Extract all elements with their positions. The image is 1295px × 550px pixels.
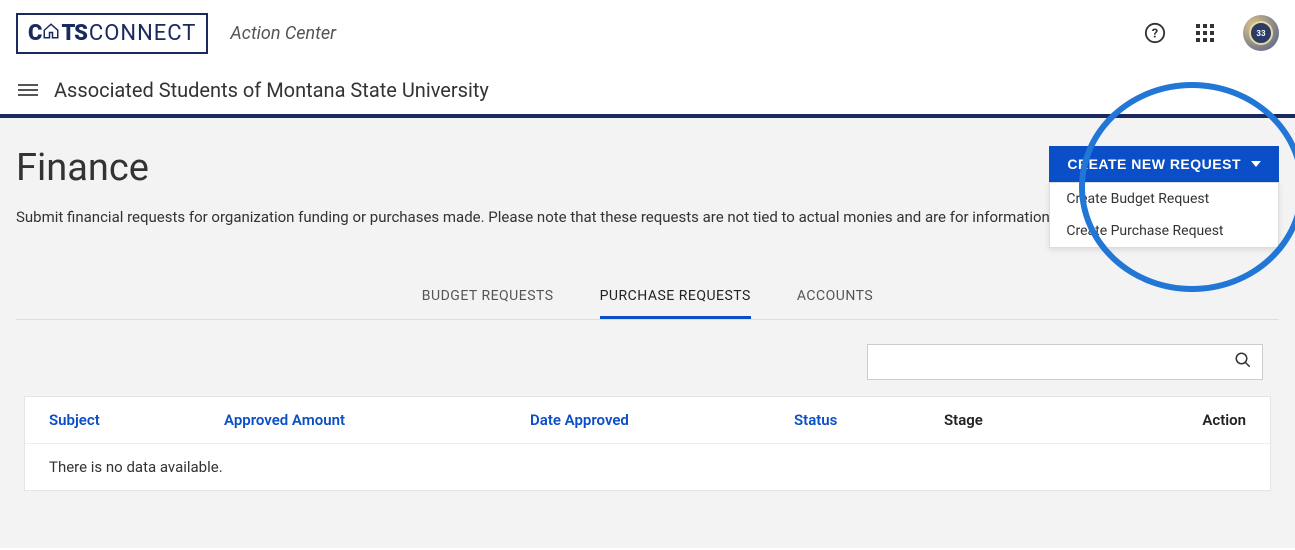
search-box[interactable] xyxy=(867,344,1263,380)
tab-budget-requests[interactable]: BUDGET REQUESTS xyxy=(422,276,554,319)
house-icon xyxy=(42,22,60,44)
logo-text-c: C xyxy=(28,21,41,46)
search-input[interactable] xyxy=(878,354,1234,370)
col-status[interactable]: Status xyxy=(794,411,944,429)
col-date-approved[interactable]: Date Approved xyxy=(530,411,794,429)
dropdown-item-purchase[interactable]: Create Purchase Request xyxy=(1050,215,1278,247)
organization-name: Associated Students of Montana State Uni… xyxy=(54,78,489,102)
search-row xyxy=(16,344,1279,380)
table-empty-message: There is no data available. xyxy=(25,444,1270,490)
col-subject[interactable]: Subject xyxy=(49,411,224,429)
create-request-wrap: CREATE NEW REQUEST Create Budget Request… xyxy=(1049,146,1279,248)
col-stage: Stage xyxy=(944,411,1166,429)
top-header: C TS CONNECT Action Center ? 33 xyxy=(0,0,1295,66)
table-header-row: Subject Approved Amount Date Approved St… xyxy=(25,397,1270,444)
sub-header: Associated Students of Montana State Uni… xyxy=(0,66,1295,118)
create-new-request-button[interactable]: CREATE NEW REQUEST xyxy=(1049,146,1279,182)
hamburger-menu-icon[interactable] xyxy=(18,84,38,96)
main-content: Finance Submit financial requests for or… xyxy=(0,118,1295,548)
col-approved-amount[interactable]: Approved Amount xyxy=(224,411,530,429)
user-avatar[interactable]: 33 xyxy=(1243,15,1279,51)
help-icon[interactable]: ? xyxy=(1143,21,1167,45)
apps-grid-icon[interactable] xyxy=(1193,21,1217,45)
header-right: ? 33 xyxy=(1143,15,1279,51)
finance-tabs: BUDGET REQUESTS PURCHASE REQUESTS ACCOUN… xyxy=(16,276,1279,320)
action-center-label: Action Center xyxy=(230,23,336,44)
create-request-dropdown: Create Budget Request Create Purchase Re… xyxy=(1049,182,1279,248)
brand-logo[interactable]: C TS CONNECT xyxy=(16,13,208,54)
logo-text-connect: CONNECT xyxy=(89,21,196,46)
svg-text:?: ? xyxy=(1152,27,1158,42)
caret-down-icon xyxy=(1251,161,1261,167)
create-button-label: CREATE NEW REQUEST xyxy=(1067,156,1241,172)
dropdown-item-budget[interactable]: Create Budget Request xyxy=(1050,183,1278,215)
logo-text-ts: TS xyxy=(61,21,86,46)
requests-table: Subject Approved Amount Date Approved St… xyxy=(24,396,1271,491)
tab-accounts[interactable]: ACCOUNTS xyxy=(797,276,873,319)
tab-purchase-requests[interactable]: PURCHASE REQUESTS xyxy=(600,276,751,319)
col-action: Action xyxy=(1166,411,1246,429)
search-icon[interactable] xyxy=(1234,351,1252,373)
